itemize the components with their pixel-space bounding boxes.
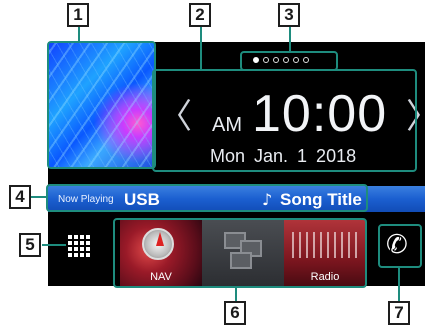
callout-5: 5	[19, 233, 41, 257]
callout-outline-phone	[378, 224, 422, 268]
callout-outline-clock	[152, 69, 417, 172]
callout-outline-dots	[240, 51, 338, 71]
grid-icon[interactable]	[68, 235, 90, 257]
callout-7: 7	[388, 301, 410, 325]
leader-line	[200, 26, 202, 70]
callout-3: 3	[278, 3, 300, 27]
callout-2: 2	[189, 3, 211, 27]
leader-line	[42, 244, 66, 246]
leader-line	[398, 267, 400, 303]
callout-outline-tiles	[113, 218, 367, 288]
leader-line	[78, 26, 80, 42]
callout-outline-artwork	[47, 41, 156, 169]
manual-figure: 〈 AM 10:00 Mon Jan. 1 2018 〉 Now Playing…	[0, 0, 425, 335]
leader-line	[31, 196, 47, 198]
leader-line	[289, 26, 291, 52]
callout-1: 1	[67, 3, 89, 27]
leader-line	[235, 287, 237, 301]
callout-4: 4	[9, 185, 31, 209]
callout-outline-nowplaying	[46, 184, 368, 212]
callout-6: 6	[224, 301, 246, 325]
